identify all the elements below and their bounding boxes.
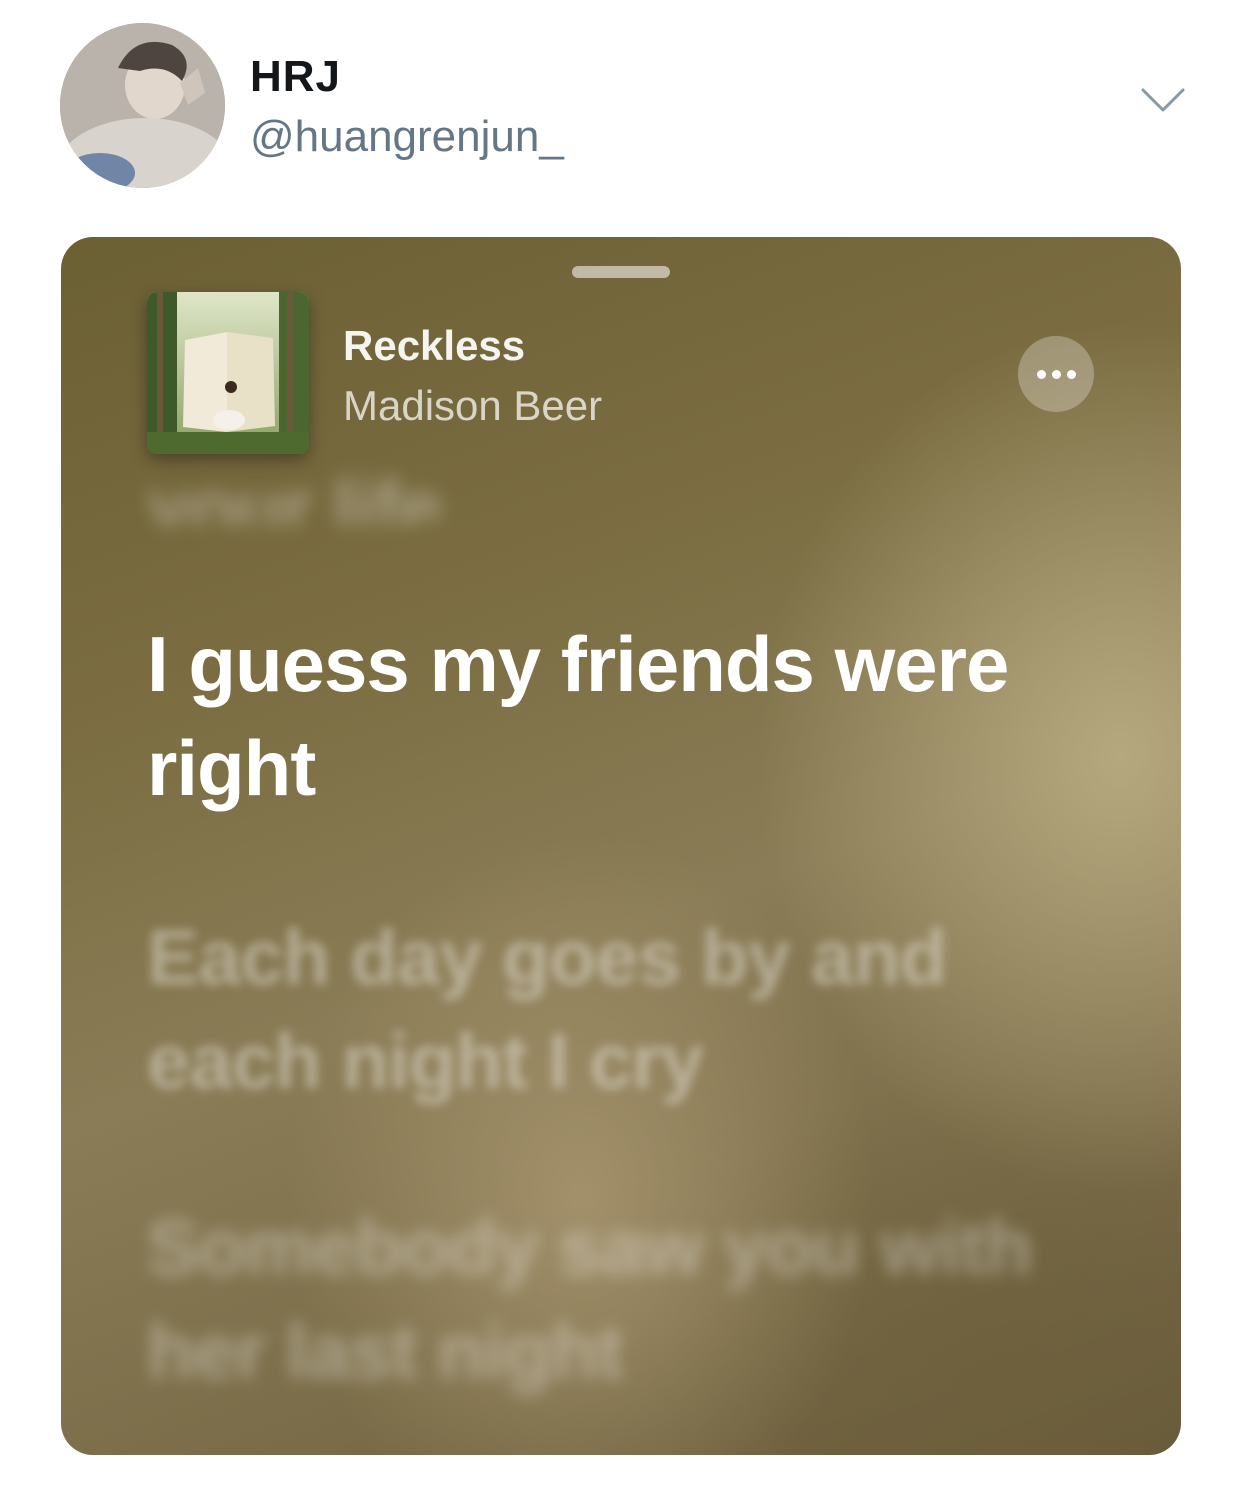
more-options-button[interactable] [1018, 336, 1094, 412]
lyric-line-current: I guess my friends were right [147, 620, 1009, 812]
ellipsis-icon-dot [1066, 369, 1076, 379]
album-artwork-icon [147, 292, 309, 454]
ellipsis-icon-dot [1036, 369, 1046, 379]
album-artwork[interactable] [147, 292, 309, 454]
lyric-line-following: Somebody saw you with her last night [147, 1203, 1033, 1395]
lyric-line-next: Each day goes by and each night I cry [147, 913, 947, 1105]
user-handle[interactable]: @huangrenjun_ [250, 112, 564, 162]
song-artist: Madison Beer [343, 382, 603, 429]
display-name[interactable]: HRJ [250, 52, 341, 102]
ellipsis-icon-dot [1051, 369, 1061, 379]
song-title: Reckless [343, 322, 526, 369]
lyrics-card[interactable]: Reckless Madison Beer your life I guess … [61, 237, 1181, 1455]
chevron-down-icon[interactable] [1140, 85, 1186, 115]
avatar[interactable] [60, 23, 225, 188]
sheet-grabber[interactable] [572, 266, 670, 278]
user-avatar-icon [60, 23, 225, 188]
lyric-line-previous: your life [147, 463, 442, 525]
